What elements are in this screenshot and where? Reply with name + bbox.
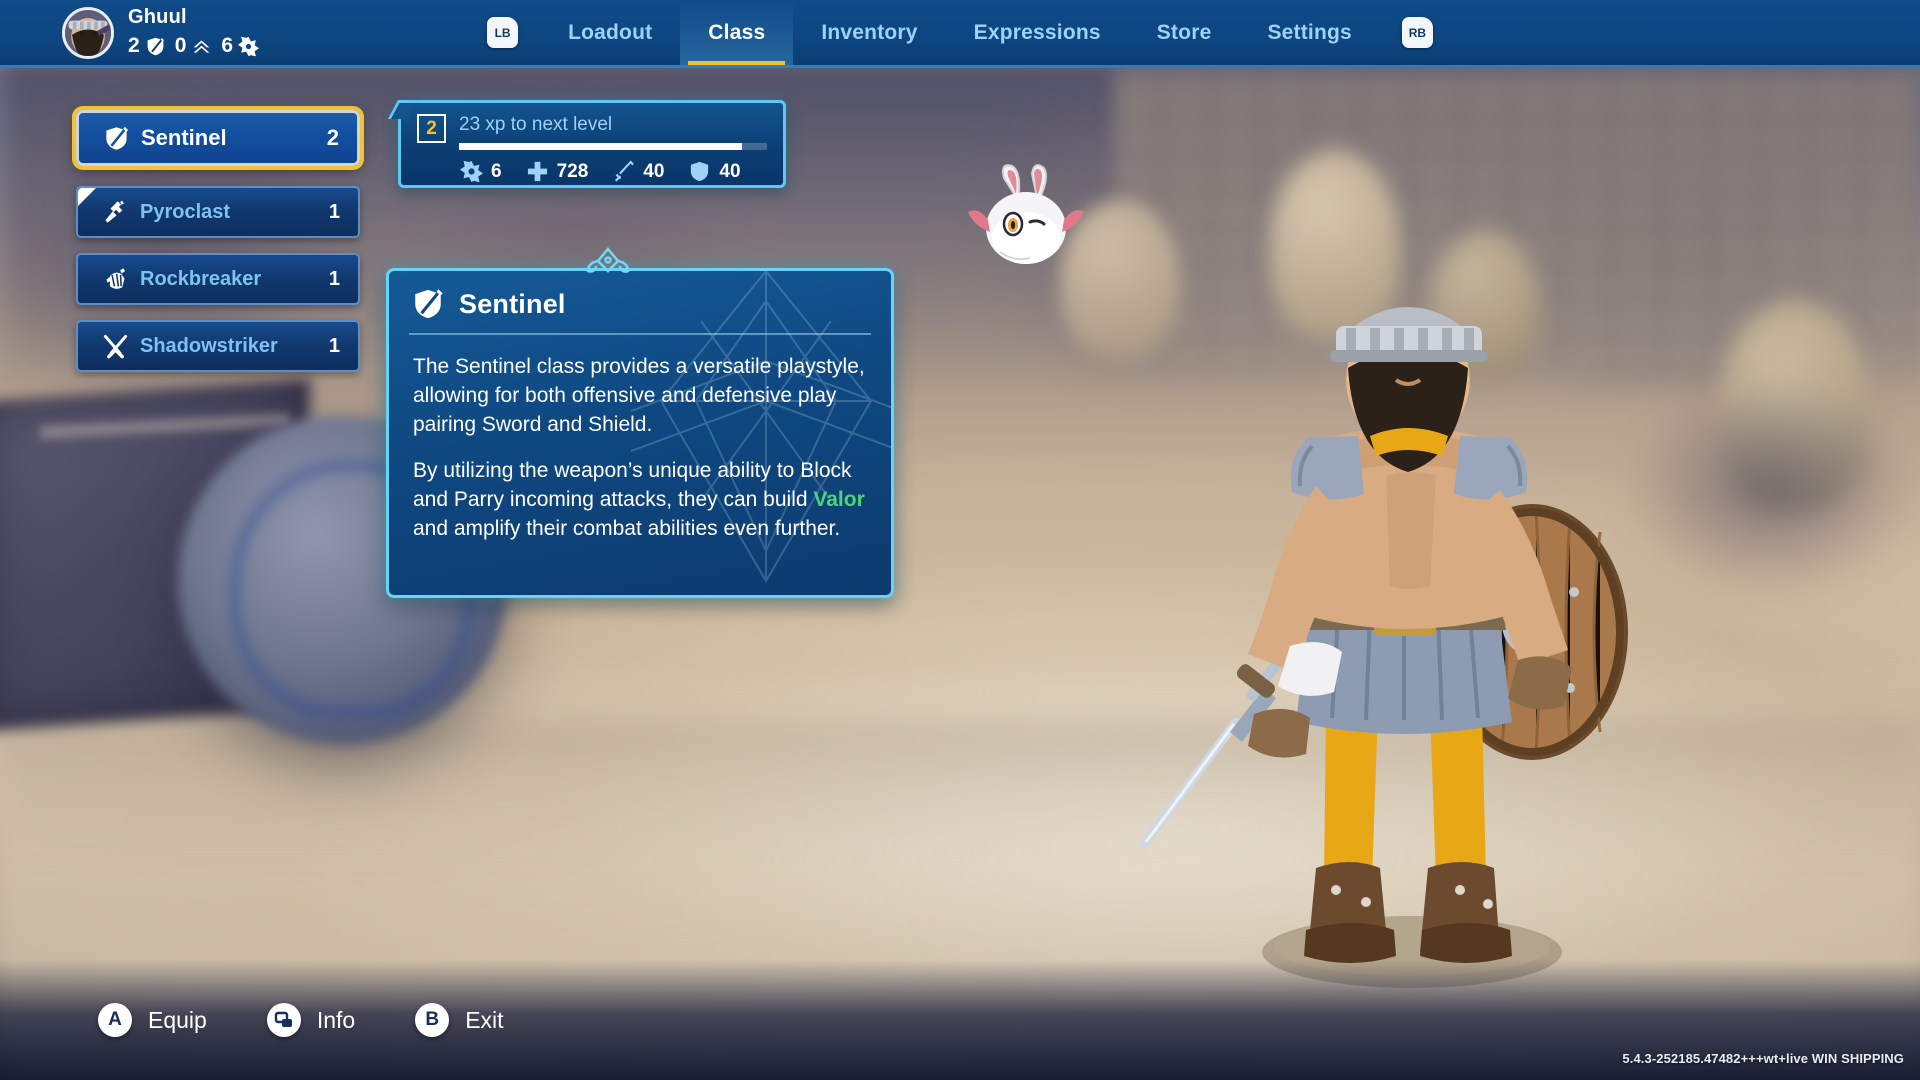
left-bumper-hint: LB bbox=[487, 17, 519, 48]
star-currency-icon bbox=[460, 160, 483, 183]
paragraph2-after: and amplify their combat abilities even … bbox=[413, 517, 841, 540]
tab-store[interactable]: Store bbox=[1129, 0, 1240, 65]
twin-daggers-icon bbox=[100, 333, 130, 360]
class-list: Sentinel 2 Pyroclast 1 Rockbreaker 1 Sha… bbox=[76, 110, 360, 387]
flying-critter bbox=[960, 160, 1110, 320]
shield-sword-icon bbox=[101, 125, 131, 152]
class-level: 1 bbox=[328, 267, 340, 290]
character-model bbox=[1130, 240, 1690, 1000]
class-description-panel: Sentinel The Sentinel class provides a v… bbox=[386, 268, 894, 598]
button-b-icon: B bbox=[415, 1003, 450, 1037]
sword-icon bbox=[615, 160, 635, 182]
stat-value: 6 bbox=[491, 160, 502, 182]
stat-health: 728 bbox=[526, 160, 589, 183]
shield-icon bbox=[691, 161, 709, 182]
description-body: The Sentinel class provides a versatile … bbox=[389, 335, 891, 543]
description-title: Sentinel bbox=[459, 288, 566, 319]
class-name: Pyroclast bbox=[140, 200, 231, 223]
stat-defense: 40 bbox=[688, 160, 741, 183]
player-stat-currency: 6 bbox=[221, 34, 260, 58]
avatar bbox=[62, 6, 114, 59]
health-cross-icon bbox=[527, 161, 547, 182]
tab-inventory[interactable]: Inventory bbox=[793, 0, 945, 65]
prompt-exit[interactable]: B Exit bbox=[415, 1003, 504, 1037]
prompt-info[interactable]: Info bbox=[266, 1003, 356, 1037]
stat-value: 40 bbox=[643, 160, 665, 182]
right-bumper-hint: RB bbox=[1401, 17, 1433, 48]
prompt-equip[interactable]: A Equip bbox=[98, 1003, 207, 1037]
class-item-pyroclast[interactable]: Pyroclast 1 bbox=[76, 186, 360, 238]
class-item-rockbreaker[interactable]: Rockbreaker 1 bbox=[76, 253, 360, 305]
prompt-label: Equip bbox=[148, 1006, 207, 1033]
player-stat-classrank: 2 bbox=[128, 34, 166, 58]
prompt-label: Info bbox=[316, 1006, 356, 1033]
player-stats: 2 0 6 bbox=[128, 34, 260, 58]
button-a-icon: A bbox=[98, 1003, 132, 1037]
windows-icon bbox=[266, 1003, 301, 1037]
xp-to-next-level-label: 23 xp to next level bbox=[459, 114, 613, 135]
hammer-icon bbox=[100, 199, 130, 226]
shield-sword-icon bbox=[415, 289, 443, 319]
tab-class[interactable]: Class bbox=[680, 0, 794, 65]
gauntlet-fist-icon bbox=[100, 266, 130, 293]
star-currency-icon bbox=[238, 36, 260, 56]
stat-attack: 40 bbox=[612, 160, 664, 183]
prompt-label: Exit bbox=[465, 1006, 504, 1033]
class-level: 2 bbox=[326, 125, 339, 150]
class-name: Sentinel bbox=[141, 125, 227, 150]
player-stat-rank: 0 bbox=[175, 34, 213, 58]
class-item-shadowstriker[interactable]: Shadowstriker 1 bbox=[76, 320, 360, 372]
new-corner-marker bbox=[78, 188, 96, 206]
stat-value: 0 bbox=[174, 34, 187, 57]
player-profile[interactable]: Ghuul 2 0 6 bbox=[0, 6, 330, 59]
level-badge: 2 bbox=[417, 114, 446, 143]
valor-highlight: Valor bbox=[813, 488, 865, 511]
class-item-sentinel[interactable]: Sentinel 2 bbox=[76, 110, 360, 166]
nav-tabs: LB Loadout Class Inventory Expressions S… bbox=[330, 0, 1590, 65]
stat-currency: 6 bbox=[460, 160, 502, 183]
stat-value: 6 bbox=[221, 34, 234, 57]
player-name: Ghuul bbox=[128, 6, 187, 28]
tab-expressions[interactable]: Expressions bbox=[946, 0, 1129, 65]
stat-value: 40 bbox=[719, 160, 741, 182]
xp-progress-panel: 2 23 xp to next level 6 728 40 40 bbox=[398, 100, 786, 188]
tab-loadout[interactable]: Loadout bbox=[540, 0, 680, 65]
xp-progress-bar bbox=[459, 143, 767, 150]
description-paragraph-1: The Sentinel class provides a versatile … bbox=[413, 355, 865, 436]
shield-sword-icon bbox=[147, 37, 164, 55]
stat-value: 728 bbox=[556, 160, 589, 182]
xp-progress-fill bbox=[459, 143, 743, 150]
paragraph2-before: By utilizing the weapon’s unique ability… bbox=[413, 459, 852, 511]
panel-ornament-icon bbox=[585, 245, 631, 281]
description-header: Sentinel bbox=[389, 271, 891, 333]
class-level: 1 bbox=[328, 334, 340, 357]
chevron-rank-icon bbox=[194, 39, 210, 53]
description-paragraph-2: By utilizing the weapon’s unique ability… bbox=[413, 456, 867, 543]
build-version-text: 5.4.3-252185.47482+++wt+live WIN SHIPPIN… bbox=[1622, 1051, 1904, 1066]
class-level: 1 bbox=[328, 200, 340, 223]
class-name: Rockbreaker bbox=[140, 267, 262, 290]
top-navigation-bar: Ghuul 2 0 6 LB Loadout Class Inventory E… bbox=[0, 0, 1920, 68]
tab-settings[interactable]: Settings bbox=[1239, 0, 1379, 65]
class-name: Shadowstriker bbox=[140, 334, 278, 357]
stat-value: 2 bbox=[128, 34, 140, 57]
class-stats-row: 6 728 40 40 bbox=[417, 160, 767, 183]
